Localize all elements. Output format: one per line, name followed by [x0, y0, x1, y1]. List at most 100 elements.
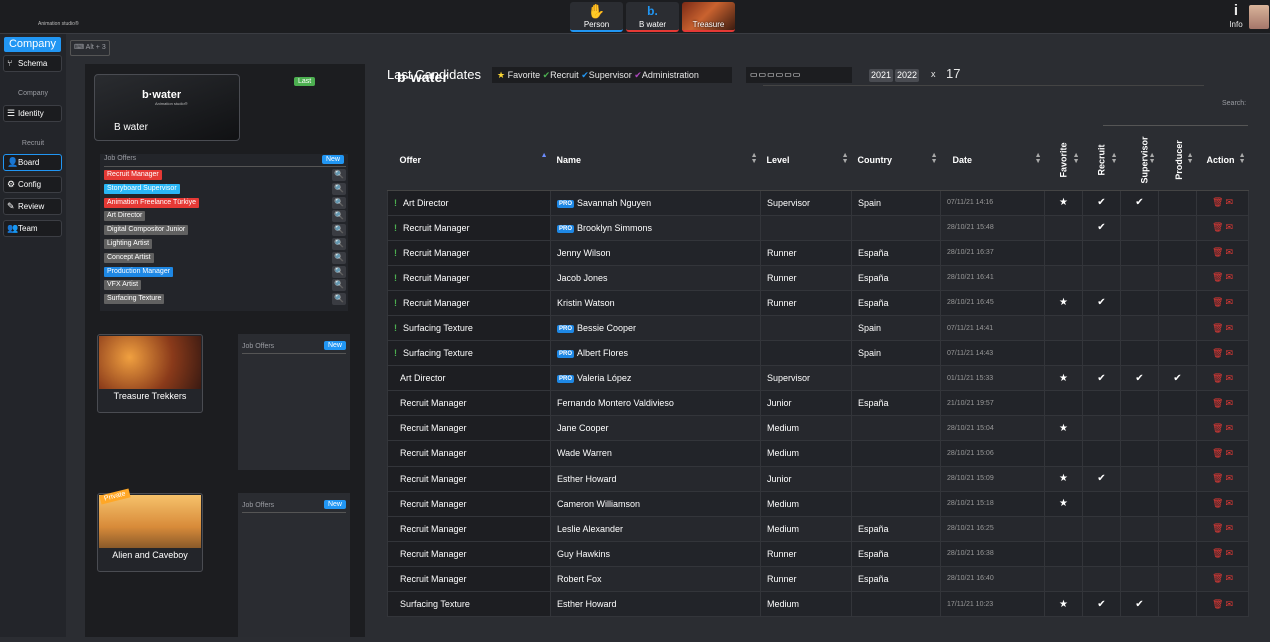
search-icon[interactable]: 🔍 — [332, 182, 346, 195]
job-offer-tag[interactable]: Recruit Manager — [104, 170, 162, 180]
tab-treasure[interactable]: Treasure — [682, 2, 735, 32]
mail-icon[interactable]: ✉ — [1225, 498, 1233, 508]
search-icon[interactable]: 🔍 — [332, 196, 346, 209]
mail-icon[interactable]: ✉ — [1225, 473, 1233, 483]
supervisor-check-icon[interactable] — [1120, 565, 1159, 593]
producer-check-icon[interactable]: ✔ — [1158, 365, 1197, 392]
column-action[interactable]: Action ▲ ▼ — [1196, 130, 1249, 191]
table-row[interactable]: Recruit Manager Esther Howard Junior 28/10/… — [387, 465, 1249, 492]
mail-icon[interactable]: ✉ — [1225, 197, 1233, 207]
star-icon[interactable] — [1044, 565, 1083, 593]
year-2021-button[interactable]: 2021 — [869, 69, 894, 82]
search-icon[interactable]: 🔍 — [332, 265, 346, 278]
star-icon[interactable]: ★ — [1044, 465, 1083, 492]
producer-check-icon[interactable] — [1158, 239, 1197, 266]
column-country[interactable]: Country ▲ ▼ — [851, 130, 941, 191]
recruit-check-icon[interactable] — [1082, 540, 1121, 567]
trash-icon[interactable]: 🗑 — [1212, 448, 1223, 458]
trash-icon[interactable]: 🗑 — [1212, 373, 1223, 383]
producer-check-icon[interactable] — [1158, 490, 1197, 517]
supervisor-check-icon[interactable] — [1120, 440, 1159, 467]
tab-bwater[interactable]: b. B water — [626, 2, 679, 32]
search-icon[interactable]: 🔍 — [332, 238, 346, 250]
star-icon[interactable]: ★ — [1044, 590, 1083, 618]
star-icon[interactable] — [1044, 515, 1083, 542]
search-icon[interactable]: 🔍 — [332, 224, 346, 237]
recruit-check-icon[interactable] — [1082, 239, 1121, 266]
supervisor-check-icon[interactable]: ✔ — [1120, 365, 1159, 392]
cell-name[interactable]: PRO Albert Flores — [550, 340, 761, 367]
search-icon[interactable]: 🔍 — [332, 210, 346, 223]
recruit-check-icon[interactable] — [1082, 515, 1121, 542]
star-icon[interactable] — [1044, 214, 1083, 241]
trash-icon[interactable]: 🗑 — [1212, 398, 1223, 408]
search-icon[interactable]: 🔍 — [332, 293, 346, 306]
sidebar-item-identity[interactable]: ☰ Identity — [3, 105, 62, 122]
supervisor-check-icon[interactable] — [1120, 340, 1159, 367]
mail-icon[interactable]: ✉ — [1225, 523, 1233, 533]
producer-check-icon[interactable] — [1158, 565, 1197, 593]
mail-icon[interactable]: ✉ — [1225, 423, 1233, 433]
trash-icon[interactable]: 🗑 — [1212, 599, 1223, 609]
trash-icon[interactable]: 🗑 — [1212, 498, 1223, 508]
cell-name[interactable]: Cameron Williamson — [550, 490, 761, 517]
star-icon[interactable] — [1044, 440, 1083, 467]
mail-icon[interactable]: ✉ — [1225, 348, 1233, 358]
cell-name[interactable]: PRO Savannah Nguyen — [550, 189, 761, 216]
star-icon[interactable] — [1044, 540, 1083, 567]
job-offer-tag[interactable]: Lighting Artist — [104, 239, 153, 249]
job-offer-tag[interactable]: Digital Compositor Junior — [104, 225, 189, 236]
table-row[interactable]: Recruit Manager Cameron Williamson Medium 2… — [387, 490, 1249, 517]
table-row[interactable]: Recruit Manager Leslie Alexander Medium Esp… — [387, 515, 1249, 542]
mail-icon[interactable]: ✉ — [1225, 599, 1233, 609]
table-row[interactable]: ! Recruit Manager Kristin Watson Runner Espa… — [387, 289, 1249, 316]
recruit-check-icon[interactable] — [1082, 264, 1121, 291]
layout-toggles[interactable]: ▭▭▭▭▭▭ — [746, 67, 852, 83]
recruit-check-icon[interactable] — [1082, 565, 1121, 593]
sidebar-item-review[interactable]: ✎ Review — [3, 198, 62, 215]
recruit-check-icon[interactable]: ✔ — [1082, 465, 1121, 492]
sidebar-item-board[interactable]: 👤Board — [3, 154, 62, 171]
supervisor-check-icon[interactable] — [1120, 390, 1159, 417]
cell-name[interactable]: Wade Warren — [550, 440, 761, 467]
recruit-check-icon[interactable]: ✔ — [1082, 214, 1121, 241]
mail-icon[interactable]: ✉ — [1225, 573, 1233, 583]
column-date[interactable]: Date ▲ ▼ — [940, 130, 1045, 191]
column-producer[interactable]: Producer ▲ ▼ — [1158, 130, 1197, 191]
recruit-check-icon[interactable] — [1082, 440, 1121, 467]
trash-icon[interactable]: 🗑 — [1212, 323, 1223, 333]
recruit-check-icon[interactable] — [1082, 390, 1121, 417]
search-icon[interactable]: 🔍 — [332, 251, 346, 264]
job-offer-tag[interactable]: Concept Artist — [104, 252, 154, 263]
supervisor-check-icon[interactable] — [1120, 465, 1159, 492]
producer-check-icon[interactable] — [1158, 314, 1197, 342]
table-row[interactable]: ! Surfacing Texture PRO Albert Flores Spain 0… — [387, 340, 1249, 367]
supervisor-check-icon[interactable] — [1120, 239, 1159, 266]
producer-check-icon[interactable] — [1158, 289, 1197, 316]
supervisor-check-icon[interactable] — [1120, 490, 1159, 517]
recruit-check-icon[interactable]: ✔ — [1082, 365, 1121, 392]
cell-name[interactable]: Jane Cooper — [550, 415, 761, 442]
trash-icon[interactable]: 🗑 — [1212, 222, 1223, 232]
new-job-button[interactable]: New — [323, 341, 346, 350]
sidebar-item-team[interactable]: 👥Team — [3, 220, 62, 237]
star-icon[interactable]: ★ — [1044, 189, 1083, 216]
cell-name[interactable]: Jenny Wilson — [550, 239, 761, 266]
search-icon[interactable]: 🔍 — [332, 169, 346, 181]
star-icon[interactable]: ★ — [1044, 490, 1083, 517]
trash-icon[interactable]: 🗑 — [1212, 297, 1223, 307]
job-offer-tag[interactable]: Surfacing Texture — [104, 294, 165, 305]
producer-check-icon[interactable] — [1158, 540, 1197, 567]
trash-icon[interactable]: 🗑 — [1212, 423, 1223, 433]
cell-name[interactable]: Guy Hawkins — [550, 540, 761, 567]
producer-check-icon[interactable] — [1158, 264, 1197, 291]
tab-person[interactable]: ✋ Person — [570, 2, 623, 32]
supervisor-check-icon[interactable] — [1120, 415, 1159, 442]
column-level[interactable]: Level ▲ ▼ — [760, 130, 852, 191]
supervisor-check-icon[interactable] — [1120, 214, 1159, 241]
producer-check-icon[interactable] — [1158, 189, 1197, 216]
trash-icon[interactable]: 🗑 — [1212, 473, 1223, 483]
table-row[interactable]: Art Director PRO Valeria López Supervisor 01… — [387, 365, 1249, 392]
cell-name[interactable]: PRO Bessie Cooper — [550, 314, 761, 342]
mail-icon[interactable]: ✉ — [1225, 323, 1233, 333]
